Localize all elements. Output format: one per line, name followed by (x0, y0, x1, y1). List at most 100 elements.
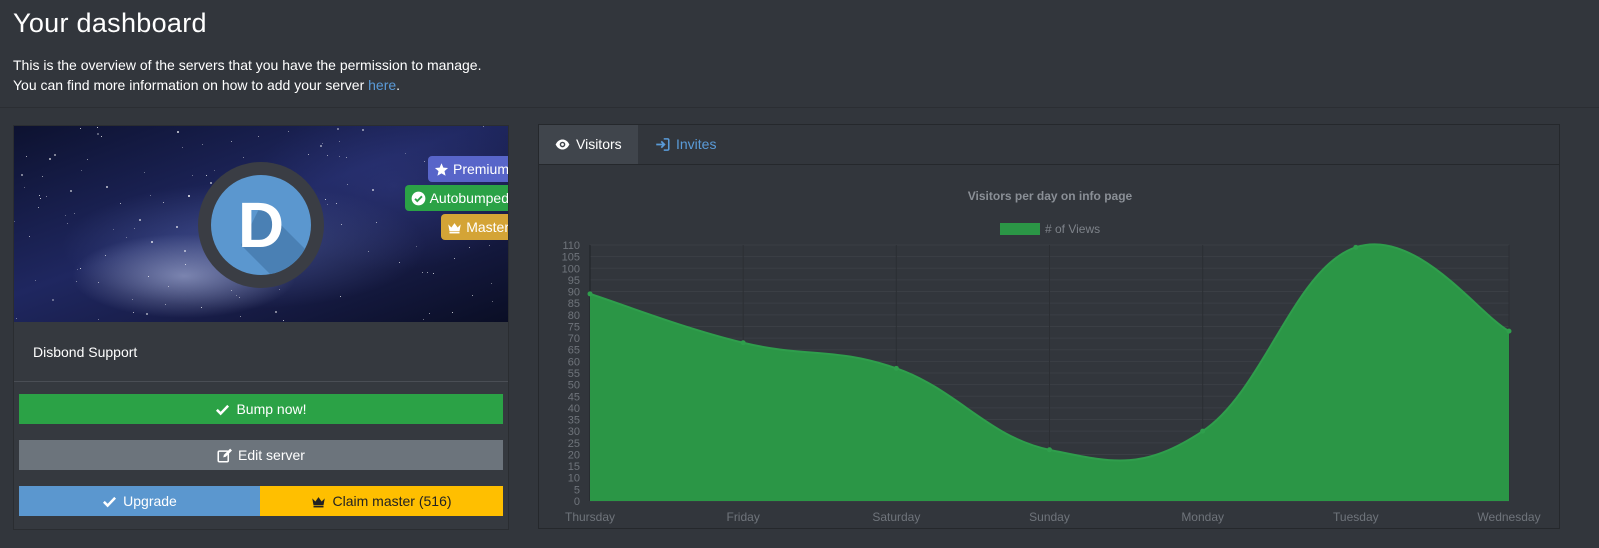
premium-badge-label: Premium (452, 161, 508, 177)
x-tick-label: Wednesday (1477, 510, 1540, 524)
banner-star (162, 201, 164, 203)
banner-star (106, 185, 109, 188)
banner-star (258, 136, 260, 138)
banner-star (236, 295, 238, 297)
y-tick-label: 30 (568, 426, 580, 438)
banner-star (112, 229, 114, 231)
y-tick-label: 50 (568, 380, 580, 392)
banner-star (336, 202, 338, 204)
tab-invites[interactable]: Invites (639, 125, 732, 164)
bump-now-button[interactable]: Bump now! (19, 394, 503, 424)
intro-line-2-end: . (396, 77, 401, 93)
banner-star (368, 251, 370, 253)
avatar-circle: D (211, 175, 311, 275)
banner-star (54, 154, 57, 157)
upgrade-button[interactable]: Upgrade (19, 486, 260, 516)
y-tick-label: 100 (562, 263, 580, 275)
card-divider (14, 381, 508, 382)
banner-star (125, 236, 127, 238)
y-tick-label: 90 (568, 287, 580, 299)
data-point (587, 291, 593, 297)
banner-star (239, 296, 241, 298)
y-tick-label: 25 (568, 438, 580, 450)
banner-star (429, 312, 431, 314)
banner-star (184, 249, 187, 252)
banner-star (346, 183, 348, 185)
claim-master-button[interactable]: Claim master (516) (260, 486, 503, 516)
banner-star (454, 257, 455, 259)
banner-star (101, 135, 103, 137)
header-divider (0, 107, 1599, 108)
banner-star (69, 190, 72, 193)
banner-star (48, 157, 51, 160)
data-point (1506, 328, 1512, 334)
banner-star (214, 169, 216, 171)
banner-star (326, 154, 328, 156)
check-circle-icon (411, 191, 425, 205)
banner-star (87, 158, 89, 160)
chart-title: Visitors per day on info page (968, 189, 1133, 203)
server-avatar: D (198, 162, 324, 288)
banner-star (132, 311, 134, 313)
banner-star (131, 299, 133, 301)
banner-star (144, 172, 146, 174)
banner-star (338, 141, 340, 142)
stats-tabs: Visitors Invites (539, 125, 1559, 165)
intro-line-2-text: You can find more information on how to … (13, 77, 369, 93)
intro-text: This is the overview of the servers that… (13, 55, 481, 95)
banner-star (98, 282, 99, 283)
banner-star (240, 315, 242, 317)
banner-star (283, 320, 285, 322)
banner-star (39, 194, 41, 196)
banner-star (339, 156, 341, 158)
banner-star (80, 267, 82, 269)
banner-star (175, 226, 178, 229)
banner-star (230, 290, 232, 292)
banner-star (66, 223, 68, 225)
premium-badge: Premium (427, 156, 508, 182)
banner-star (81, 169, 83, 171)
tab-visitors[interactable]: Visitors (539, 125, 638, 164)
banner-star (327, 203, 328, 205)
banner-star (184, 263, 186, 265)
banner-star (23, 186, 25, 188)
banner-star (325, 198, 327, 200)
intro-line-1: This is the overview of the servers that… (13, 57, 482, 73)
page-title: Your dashboard (13, 8, 207, 38)
banner-star (104, 254, 106, 256)
banner-star (483, 126, 485, 128)
edit-server-label: Edit server (238, 447, 305, 463)
help-link[interactable]: here (368, 77, 396, 93)
banner-star (97, 133, 100, 136)
banner-star (181, 146, 183, 148)
banner-star (65, 214, 66, 216)
y-tick-label: 85 (568, 298, 580, 310)
y-tick-label: 45 (568, 391, 580, 403)
autobumped-badge-label: Autobumped (429, 190, 508, 206)
banner-star (345, 156, 347, 158)
banner-star (37, 206, 39, 208)
banner-star (416, 246, 418, 248)
banner-star (42, 176, 44, 178)
banner-star (35, 280, 37, 282)
banner-star (341, 223, 343, 225)
banner-star (492, 301, 494, 303)
banner-star (73, 213, 75, 215)
banner-star (422, 271, 424, 273)
crown-icon (312, 496, 326, 507)
banner-star (452, 311, 454, 313)
visitors-chart: Visitors per day on info page # of Views… (562, 189, 1541, 524)
x-tick-label: Friday (726, 510, 759, 524)
y-tick-label: 75 (568, 321, 580, 333)
banner-star (75, 281, 77, 283)
banner-star (191, 175, 193, 177)
banner-star (20, 174, 23, 177)
y-tick-label: 70 (568, 333, 580, 345)
banner-star (372, 188, 375, 191)
x-tick-label: Monday (1181, 510, 1224, 524)
edit-server-button[interactable]: Edit server (19, 440, 503, 470)
data-point (1200, 428, 1206, 434)
sign-in-icon (656, 138, 670, 151)
banner-star (145, 313, 148, 316)
banner-star (147, 276, 149, 278)
